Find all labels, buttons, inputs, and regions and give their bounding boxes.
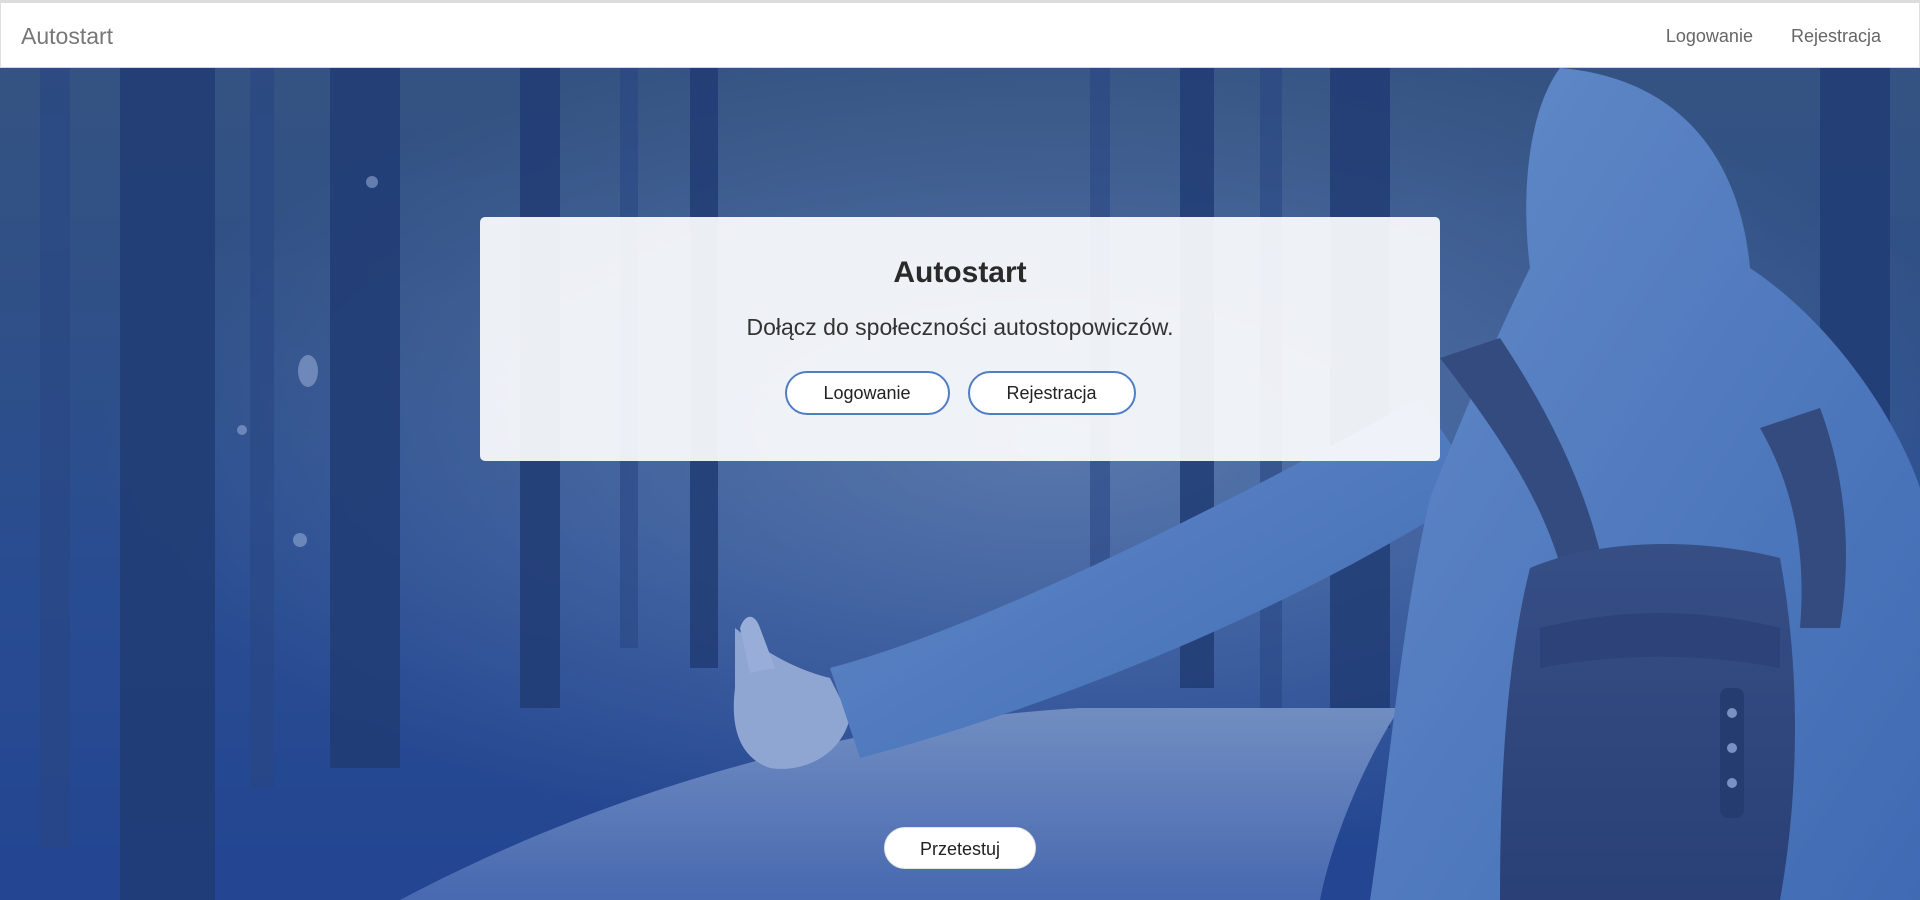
hero-subtitle: Dołącz do społeczności autostopowiczów. bbox=[746, 314, 1174, 340]
nav-register-link[interactable]: Rejestracja bbox=[1791, 25, 1881, 47]
page: Autostart Logowanie Rejestracja Autostar… bbox=[0, 0, 1920, 900]
hero-title: Autostart bbox=[893, 256, 1027, 289]
hero-tint-overlay bbox=[0, 68, 1920, 900]
hero-button-group: Logowanie Rejestracja bbox=[480, 371, 1440, 415]
hero-background bbox=[0, 68, 1920, 900]
navbar: Autostart Logowanie Rejestracja bbox=[0, 0, 1920, 68]
try-button[interactable]: Przetestuj bbox=[884, 827, 1036, 869]
nav-login-link[interactable]: Logowanie bbox=[1666, 25, 1753, 47]
login-button[interactable]: Logowanie bbox=[784, 371, 950, 415]
register-button[interactable]: Rejestracja bbox=[967, 371, 1136, 415]
brand-link[interactable]: Autostart bbox=[21, 22, 113, 50]
hero-card: Autostart Dołącz do społeczności autosto… bbox=[480, 217, 1440, 461]
nav-links: Logowanie Rejestracja bbox=[1666, 25, 1881, 47]
